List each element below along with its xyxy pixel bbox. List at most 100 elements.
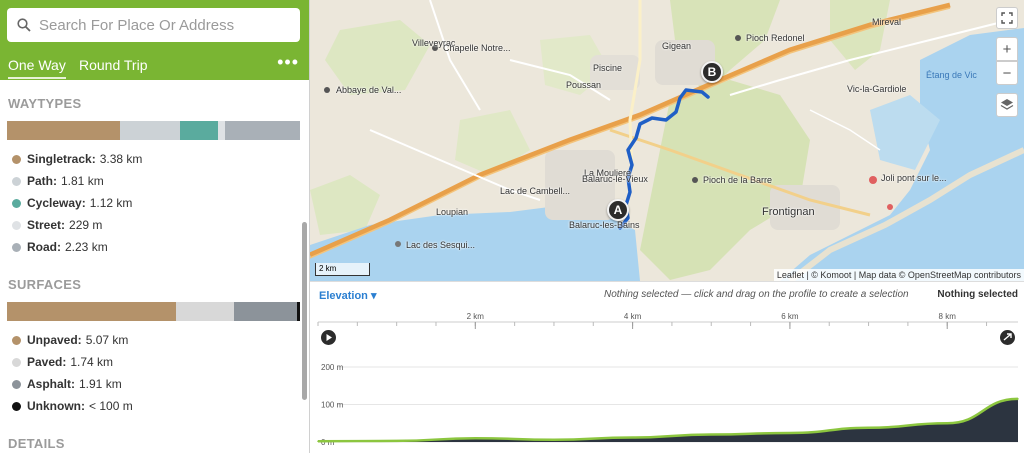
y-tick-label: 100 m [321, 401, 344, 410]
waytypes-bar-segment [217, 121, 226, 140]
fullscreen-icon [1001, 12, 1013, 24]
legend-label: Street: [27, 218, 66, 232]
map-label: Pioch Redonel [746, 33, 805, 43]
waytype-singletrack: Singletrack: 3.38 km [12, 152, 142, 166]
legend-dot [12, 357, 21, 367]
y-tick-label: 200 m [321, 363, 344, 372]
legend-label: Unpaved: [27, 333, 82, 347]
legend-label: Singletrack: [27, 152, 96, 166]
elevation-point [867, 426, 870, 429]
map-label: Piscine [593, 63, 623, 73]
legend-dot [12, 335, 21, 345]
waytype-street: Street: 229 m [12, 218, 102, 232]
elevation-point [789, 432, 791, 434]
map-label: Abbaye de Val... [336, 85, 402, 95]
legend-value: 229 m [69, 218, 103, 232]
play-button[interactable] [321, 330, 336, 345]
legend-value: 2.23 km [65, 240, 108, 254]
elevation-point [395, 440, 398, 442]
elevation-point [553, 438, 555, 441]
expand-icon [1003, 333, 1012, 341]
tab-round-trip[interactable]: Round Trip [79, 57, 147, 73]
map-label: Chapelle Notre... [443, 43, 511, 53]
search-icon [17, 18, 31, 32]
surfaces-bar [7, 302, 300, 321]
zoom-out-button[interactable]: − [996, 61, 1018, 85]
map-label: Balaruc-le-Vieux [582, 174, 648, 184]
layers-button[interactable] [996, 93, 1018, 117]
surfaces-title: SURFACES [8, 277, 82, 292]
elevation-point [946, 422, 949, 425]
search-input[interactable] [39, 16, 279, 34]
legend-label: Asphalt: [27, 377, 75, 391]
elevation-point [317, 440, 319, 443]
legend-value: 1.12 km [89, 196, 133, 210]
elevation-chart[interactable]: 2 km 4 km 6 km 8 km 0 m 100 m 200 m [310, 282, 1024, 453]
x-tick-label: 4 km [624, 312, 642, 321]
surface-unknown: Unknown: < 100 m [12, 399, 133, 413]
map-scale: 2 km [315, 263, 370, 276]
map-label: Balaruc-les-Bains [569, 220, 640, 230]
elevation-panel: Elevation ▾ Nothing selected — click and… [310, 281, 1024, 453]
map-label: Lac des Sesqui... [406, 240, 476, 250]
legend-value: 1.81 km [61, 174, 104, 188]
map-label: Frontignan [762, 206, 815, 218]
map-label: Vic-la-Gardiole [847, 84, 907, 94]
details-title: DETAILS [8, 436, 65, 451]
more-options-button[interactable]: ••• [277, 52, 299, 73]
tab-one-way[interactable]: One Way [8, 57, 66, 79]
legend-label: Unknown: [27, 399, 85, 413]
legend-label: Road: [27, 240, 61, 254]
search-box[interactable] [7, 8, 300, 42]
waytype-road: Road: 2.23 km [12, 240, 108, 254]
y-tick-label: 0 m [321, 438, 335, 447]
expand-profile-button[interactable] [1000, 330, 1015, 345]
x-tick-label: 8 km [939, 312, 957, 321]
map-label: Mireval [872, 17, 902, 27]
waytypes-bar-segment [119, 121, 181, 140]
legend-value: 1.91 km [79, 377, 122, 391]
legend-value: 1.74 km [70, 355, 114, 369]
legend-value: 5.07 km [85, 333, 129, 347]
legend-dot [12, 379, 21, 389]
map-attribution: Leaflet | © Komoot | Map data © OpenStre… [773, 269, 1024, 281]
legend-dot [12, 242, 21, 252]
water-label: Étang de Vic [926, 70, 977, 80]
legend-dot [12, 154, 21, 164]
map-label: Lac de Cambell... [500, 186, 571, 196]
legend-dot [12, 198, 21, 208]
zoom-in-button[interactable]: + [996, 37, 1018, 61]
legend-value: 3.38 km [99, 152, 143, 166]
waytypes-title: WAYTYPES [8, 96, 82, 111]
waytype-cycleway: Cycleway: 1.12 km [12, 196, 132, 210]
map-label: Poussan [566, 80, 602, 90]
route-end-marker[interactable]: B [701, 61, 723, 83]
fullscreen-button[interactable] [996, 7, 1018, 29]
layers-icon [1000, 99, 1014, 110]
map-label: Loupian [436, 207, 469, 217]
legend-label: Cycleway: [27, 196, 86, 210]
map-label: Joli pont sur le... [881, 173, 947, 183]
surfaces-bar-segment [175, 302, 234, 321]
play-icon [326, 334, 332, 341]
map[interactable]: Villeveyrac Chapelle Notre... Gigean Pio… [310, 0, 1024, 281]
surface-asphalt: Asphalt: 1.91 km [12, 377, 122, 391]
surface-unpaved: Unpaved: 5.07 km [12, 333, 128, 347]
waytype-path: Path: 1.81 km [12, 174, 104, 188]
waytypes-bar-segment [180, 121, 218, 140]
waytypes-bar [7, 121, 300, 140]
x-tick-label: 2 km [467, 312, 485, 321]
surface-paved: Paved: 1.74 km [12, 355, 113, 369]
legend-label: Path: [27, 174, 57, 188]
elevation-point [474, 437, 477, 440]
elevation-point [1017, 398, 1019, 400]
surfaces-bar-segment [233, 302, 298, 321]
legend-dot [12, 176, 21, 186]
surfaces-bar-segment [297, 302, 300, 321]
map-label: Gigean [662, 41, 692, 51]
legend-dot [12, 220, 21, 230]
sidebar: One Way Round Trip ••• WAYTYPES Singletr… [0, 0, 310, 453]
x-tick-label: 6 km [781, 312, 799, 321]
route-start-marker[interactable]: A [607, 199, 629, 221]
sidebar-scrollbar[interactable] [302, 222, 307, 400]
